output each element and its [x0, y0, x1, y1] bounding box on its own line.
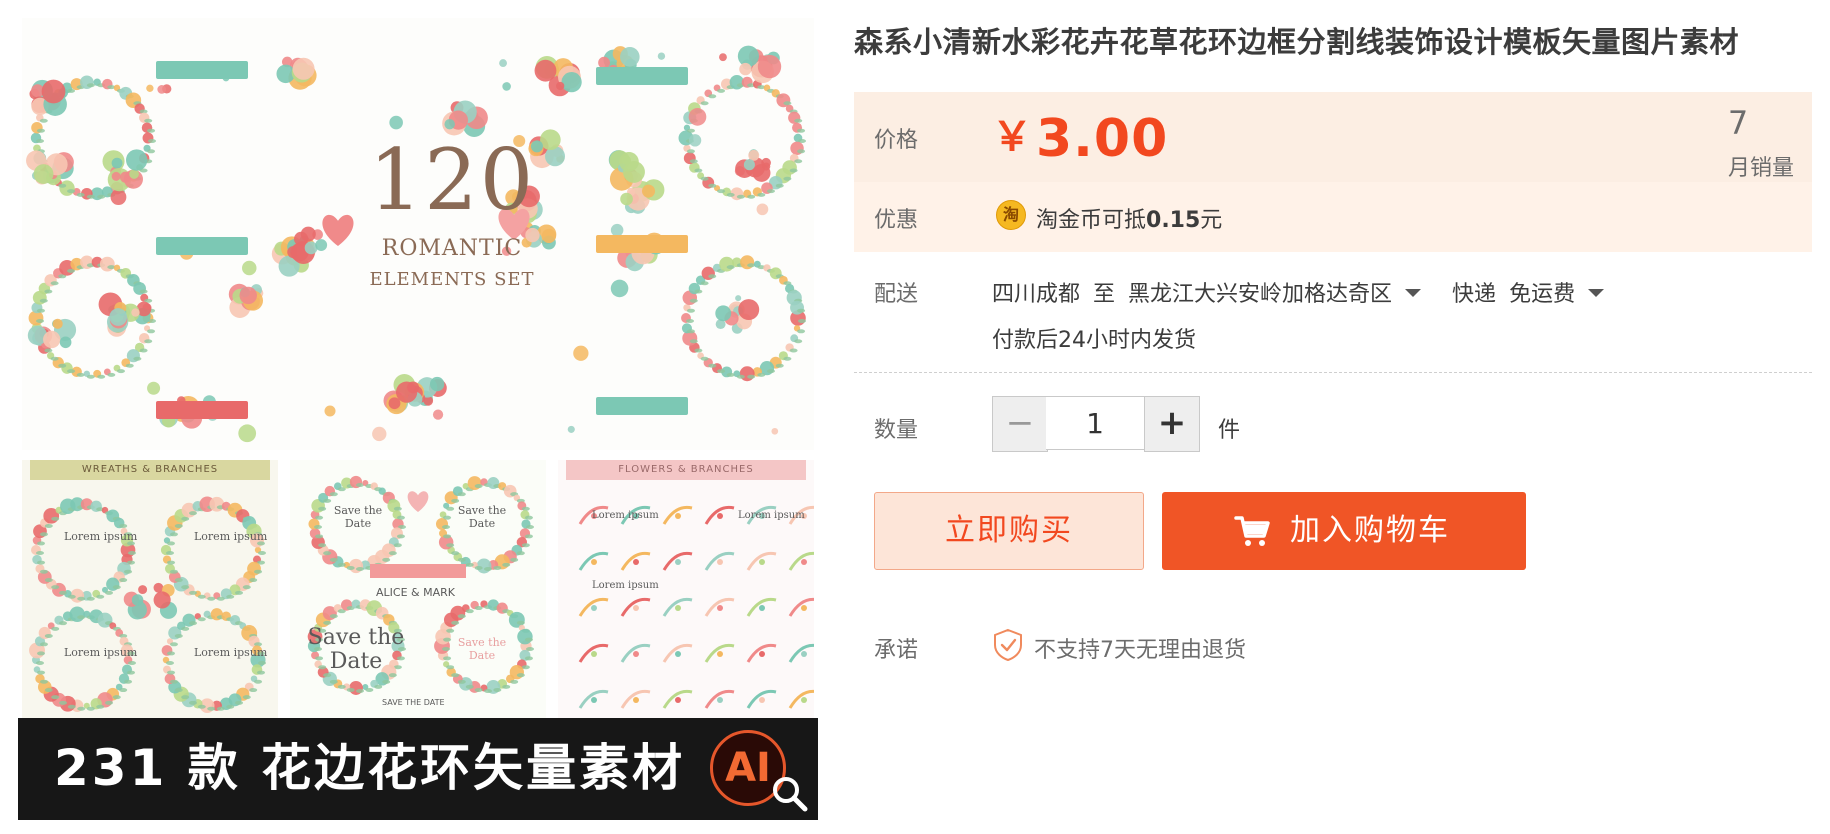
price-value: ￥3.00 [992, 104, 1168, 169]
thumbnail-label: Lorem ipsum [64, 646, 138, 659]
ship-method-select[interactable]: 快递 免运费 [1452, 282, 1605, 307]
thumbnail-label: ALICE & MARK [376, 586, 455, 599]
promo-prefix: 淘金币可抵 [1036, 208, 1147, 233]
currency-symbol: ￥ [992, 114, 1032, 160]
product-detail: 森系小清新水彩花卉花草花环边框分割线装饰设计模板矢量图片素材 价格 ￥3.00 … [852, 0, 1814, 834]
thumbnail-banner: WREATHS & BRANCHES [30, 460, 270, 480]
price-label: 价格 [874, 128, 919, 153]
thumbnail-label: Lorem ipsum [592, 510, 659, 521]
monthly-sales-label: 月销量 [1727, 156, 1794, 181]
product-title: 森系小清新水彩花卉花草花环边框分割线装饰设计模板矢量图片素材 [854, 25, 1740, 59]
thumbnail-label: SAVE THE DATE [382, 698, 445, 707]
ship-to-word: 至 [1093, 282, 1116, 307]
thumbnail-label: Save the Date [457, 636, 507, 662]
shipping-label: 配送 [874, 282, 919, 307]
thumbnail-banner: FLOWERS & BRANCHES [566, 460, 806, 480]
promo-text: 淘金币可抵0.15元 [1036, 202, 1222, 234]
promo-label: 优惠 [874, 208, 919, 233]
thumbnail-label: Lorem ipsum [592, 580, 659, 591]
thumbnail-strip: WREATHS & BRANCHES Lorem ipsum Lorem ips… [22, 460, 814, 730]
thumbnail-label: Lorem ipsum [194, 530, 268, 543]
thumbnail-label: Lorem ipsum [738, 510, 805, 521]
thumbnail-label: Lorem ipsum [64, 530, 138, 543]
image-headline-line2: ELEMENTS SET [369, 269, 535, 290]
caption-text: 231 款 花边花环矢量素材 [54, 739, 686, 797]
thumbnail-save-the-date[interactable]: Save the Date Save the Date ALICE & MARK… [290, 460, 546, 730]
thumbnail-label: Save the Date [333, 504, 383, 530]
divider [854, 372, 1812, 373]
decrease-quantity-button[interactable]: − [992, 396, 1048, 452]
product-gallery: 120 ROMANTIC ELEMENTS SET WREATHS & BRAN… [18, 18, 818, 820]
increase-quantity-button[interactable]: + [1144, 396, 1200, 452]
shopping-cart-icon [1234, 516, 1270, 546]
price-row: 价格 ￥3.00 7 月销量 [854, 92, 1812, 182]
image-headline-line1: ROMANTIC [381, 236, 523, 261]
promo-suffix: 元 [1200, 208, 1223, 233]
quantity-stepper: − + [992, 396, 1236, 452]
promo-amount: 0.15 [1146, 208, 1201, 233]
chevron-down-icon [1588, 289, 1605, 297]
main-product-image[interactable]: 120 ROMANTIC ELEMENTS SET [22, 18, 814, 450]
thumbnail-wreaths[interactable]: WREATHS & BRANCHES Lorem ipsum Lorem ips… [22, 460, 278, 730]
chevron-down-icon [1405, 289, 1422, 297]
ship-destination-select[interactable]: 黑龙江大兴安岭加格达奇区 [1128, 282, 1422, 307]
promise-label: 承诺 [874, 638, 919, 663]
thumbnail-label: Save the Date [457, 504, 507, 530]
quantity-input[interactable] [1046, 396, 1144, 450]
image-headline: 120 ROMANTIC ELEMENTS SET [362, 138, 542, 290]
ship-note: 付款后24小时内发货 [992, 328, 1196, 353]
quantity-label: 数量 [874, 418, 919, 443]
ship-from: 四川成都 [992, 282, 1081, 307]
caption-bar: 231 款 花边花环矢量素材 AI [18, 718, 818, 820]
thumbnail-flowers-branches[interactable]: FLOWERS & BRANCHES Lorem ipsum Lorem ips… [558, 460, 814, 730]
magnifier-icon[interactable] [770, 774, 810, 814]
thumbnail-label: Lorem ipsum [194, 646, 268, 659]
price-panel: 价格 ￥3.00 7 月销量 优惠 淘 淘金币可抵0.15元 [854, 92, 1812, 252]
add-to-cart-label: 加入购物车 [1290, 513, 1450, 548]
quantity-unit: 件 [1218, 418, 1241, 443]
monthly-sales-count: 7 [1727, 104, 1749, 142]
promise-text: 不支持7天无理由退货 [1034, 638, 1246, 663]
ship-destination: 黑龙江大兴安岭加格达奇区 [1128, 282, 1393, 307]
shipping-info: 四川成都 至 黑龙江大兴安岭加格达奇区 快递 免运费 [992, 276, 1610, 308]
ship-method: 快递 [1452, 282, 1497, 307]
add-to-cart-button[interactable]: 加入购物车 [1162, 492, 1526, 570]
thumbnail-artwork [578, 505, 814, 709]
thumbnail-artwork [29, 496, 266, 714]
shield-check-icon [994, 628, 1022, 662]
buy-now-button[interactable]: 立即购买 [874, 492, 1144, 570]
price-amount: 3.00 [1036, 109, 1169, 169]
image-headline-number: 120 [368, 131, 536, 229]
ship-fee: 免运费 [1509, 282, 1576, 307]
thumbnail-label: Save the Date [307, 625, 405, 674]
taobao-coin-icon: 淘 [996, 200, 1026, 230]
